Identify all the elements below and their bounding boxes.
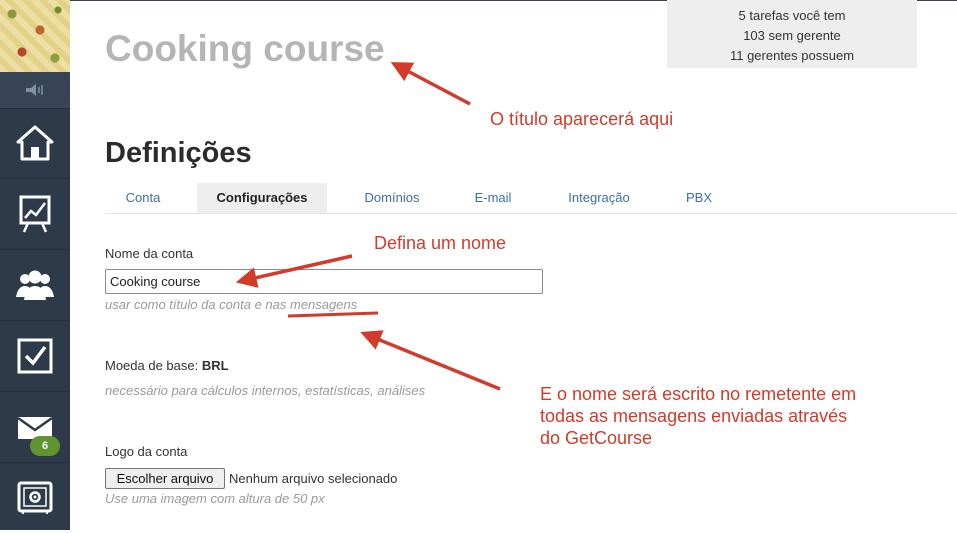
logo-hint: Use uma imagem com altura de 50 px (105, 491, 325, 506)
currency-hint: necessário para cálculos internos, estat… (105, 383, 426, 398)
currency-row: Moeda de base: BRL (105, 358, 229, 373)
account-name-input[interactable] (105, 269, 543, 294)
course-title: Cooking course (105, 28, 385, 69)
speaker-icon[interactable] (0, 72, 70, 109)
logo-label: Logo da conta (105, 444, 188, 459)
choose-file-button[interactable]: Escolher arquivo (105, 468, 225, 489)
tab-conta[interactable]: Conta (105, 183, 181, 213)
tasks-checkbox-icon[interactable] (0, 321, 70, 392)
name-annotation: Defina um nome (374, 233, 507, 253)
tab-email[interactable]: E-mail (457, 183, 529, 213)
title-annotation: O título aparecerá aqui (490, 109, 674, 129)
page-title: Definições (105, 137, 252, 169)
tab-integracao[interactable]: Integração (551, 183, 647, 213)
sender-annotation: E o nome será escrito no remetente em to… (540, 383, 856, 449)
stats-no-manager-link[interactable]: 103 sem gerente (667, 26, 917, 46)
title-arrow (390, 62, 471, 106)
settings-tabs: Conta Configurações Domínios E-mail Inte… (105, 183, 957, 214)
sidebar: 6 (0, 0, 70, 530)
mail-count-badge: 6 (30, 436, 60, 456)
mail-icon[interactable]: 6 (0, 392, 70, 463)
tab-pbx[interactable]: PBX (673, 183, 725, 213)
statistics-chart-icon[interactable] (0, 179, 70, 250)
stats-tasks-link[interactable]: 5 tarefas você tem (667, 6, 917, 26)
school-logo[interactable] (0, 0, 70, 72)
stats-with-manager-link[interactable]: 11 gerentes possuem (667, 46, 917, 66)
hint-underline (287, 311, 379, 318)
account-name-hint: usar como título da conta e nas mensagen… (105, 297, 358, 312)
tab-configuracoes[interactable]: Configurações (197, 183, 327, 213)
users-group-icon[interactable] (0, 250, 70, 321)
sender-arrow (360, 330, 501, 391)
account-name-label: Nome da conta (105, 246, 194, 261)
file-status-text: Nenhum arquivo selecionado (229, 471, 398, 486)
sender-annotation-line-2: todas as mensagens enviadas através (540, 406, 848, 426)
sender-annotation-line-1: E o nome será escrito no remetente em (540, 384, 857, 404)
home-icon[interactable] (0, 108, 70, 179)
tab-dominios[interactable]: Domínios (345, 183, 439, 213)
currency-label: Moeda de base: (105, 358, 199, 373)
sender-annotation-line-3: do GetCourse (540, 428, 653, 448)
safe-settings-icon[interactable] (0, 463, 70, 533)
stats-panel: 5 tarefas você tem 103 sem gerente 11 ge… (667, 0, 917, 68)
currency-value: BRL (201, 358, 229, 373)
